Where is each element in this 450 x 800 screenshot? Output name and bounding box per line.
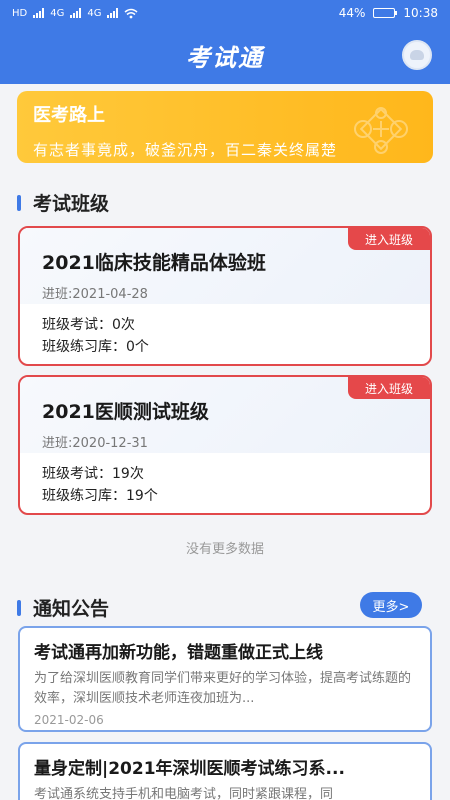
- notice-title: 考试通再加新功能，错题重做正式上线: [34, 643, 323, 663]
- class-card[interactable]: 2021临床技能精品体验班 进班:2021-04-28 班级考试：0次 班级练习…: [18, 226, 432, 366]
- class-practice-count: 班级练习库：0个: [42, 339, 149, 355]
- notice-section-label: 通知公告: [33, 598, 110, 620]
- class-practice-count: 班级练习库：19个: [42, 488, 158, 504]
- app-header: 考试通: [0, 26, 450, 84]
- user-avatar-button[interactable]: [402, 40, 432, 70]
- class-exam-count: 班级考试：0次: [42, 317, 135, 333]
- class-card-stats: 班级考试：19次 班级练习库：19个: [20, 453, 430, 513]
- battery-percent: 44%: [338, 6, 366, 20]
- clock: 10:38: [403, 6, 438, 20]
- signal-indicators: HD 4G 4G: [12, 8, 138, 19]
- signal-icon: [107, 8, 119, 18]
- classes-section-label: 考试班级: [33, 193, 110, 215]
- section-marker: [17, 599, 21, 616]
- class-join-date: 进班:2020-12-31: [42, 436, 148, 451]
- section-marker: [17, 194, 21, 211]
- carrier-label-4g-1: 4G: [50, 7, 65, 19]
- class-exam-count: 班级考试：19次: [42, 466, 144, 482]
- classes-section-title: 考试班级: [17, 189, 109, 216]
- class-join-date: 进班:2021-04-28: [42, 287, 148, 302]
- motto-banner[interactable]: 医考路上 有志者事竟成，破釜沉舟，百二秦关终属楚: [17, 91, 433, 163]
- class-name: 2021临床技能精品体验班: [42, 252, 266, 274]
- class-name: 2021医顺测试班级: [42, 401, 209, 423]
- notice-card[interactable]: 量身定制|2021年深圳医顺考试练习系... 考试通系统支持手机和电脑考试，同时…: [18, 742, 432, 800]
- class-card[interactable]: 2021医顺测试班级 进班:2020-12-31 班级考试：19次 班级练习库：…: [18, 375, 432, 515]
- notice-body: 考试通系统支持手机和电脑考试，同时紧跟课程，同: [34, 787, 334, 800]
- signal-icon: [70, 8, 82, 18]
- notice-date: 2021-02-06: [34, 713, 104, 727]
- carrier-label-4g-2: 4G: [87, 7, 102, 19]
- class-card-stats: 班级考试：0次 班级练习库：0个: [20, 304, 430, 364]
- notice-section-title: 通知公告: [17, 594, 109, 621]
- no-more-data-text: 没有更多数据: [185, 542, 264, 557]
- wifi-icon: [125, 8, 138, 18]
- carrier-label-hd: HD: [12, 7, 28, 19]
- avatar-icon: [410, 50, 424, 60]
- notice-card[interactable]: 考试通再加新功能，错题重做正式上线 为了给深圳医顺教育同学们带来更好的学习体验，…: [18, 626, 432, 732]
- battery-icon: [373, 8, 398, 18]
- chinese-knot-icon: [354, 107, 408, 154]
- status-bar: HD 4G 4G 44% 10:38: [0, 0, 450, 26]
- more-notices-button[interactable]: 更多>: [360, 592, 422, 618]
- app-title: 考试通: [186, 43, 264, 72]
- enter-class-button[interactable]: 进入班级: [348, 228, 430, 250]
- enter-class-button[interactable]: 进入班级: [348, 377, 430, 399]
- notice-title: 量身定制|2021年深圳医顺考试练习系...: [34, 759, 345, 779]
- signal-icon: [33, 8, 45, 18]
- notice-body: 为了给深圳医顺教育同学们带来更好的学习体验，提高考试练题的效率，深圳医顺技术老师…: [34, 671, 412, 706]
